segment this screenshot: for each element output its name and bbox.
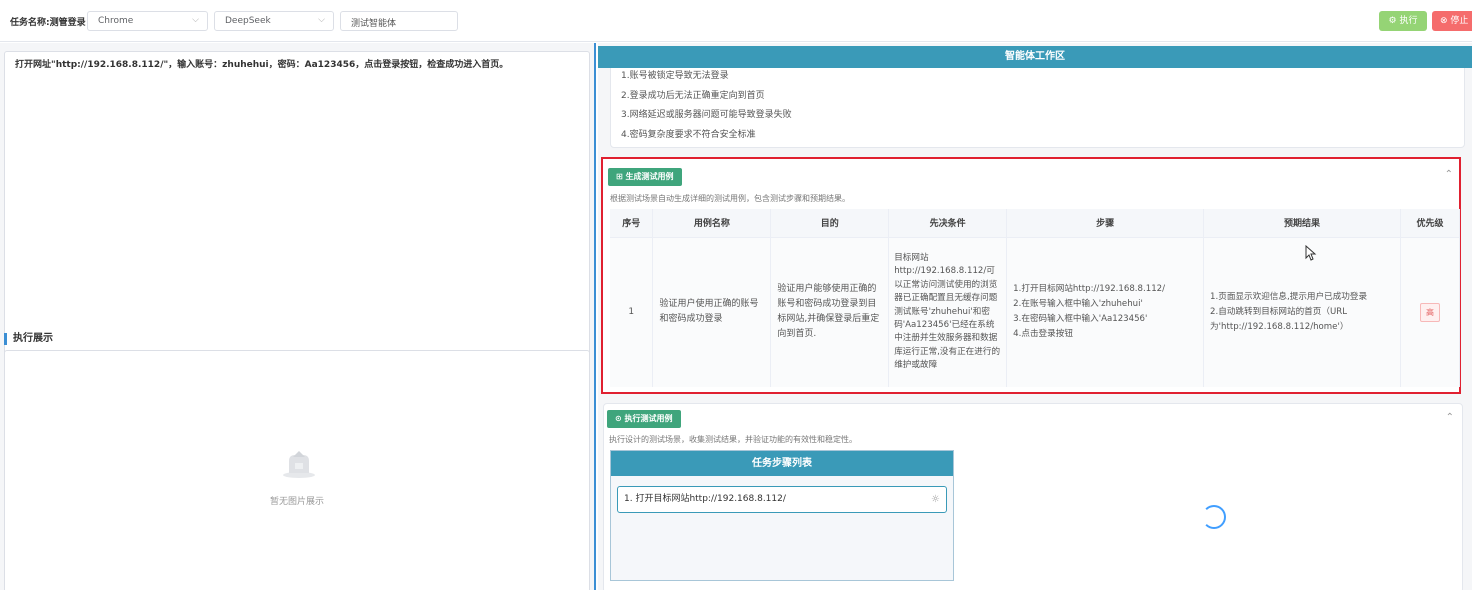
cell-precondition: 目标网站http://192.168.8.112/可以正常访问测试使用的浏览器已… bbox=[888, 236, 1008, 387]
table-header-row: 序号 用例名称 目的 先决条件 步骤 预期结果 优先级 bbox=[610, 209, 1461, 237]
step-line: 2.在账号输入框中输入'zhuhehui' bbox=[1013, 299, 1143, 310]
risk-item: 3.网络延迟或服务器问题可能导致登录失败 bbox=[621, 110, 792, 120]
collapse-caret-icon[interactable]: ⌃ bbox=[1446, 412, 1454, 423]
cell-name: 验证用户使用正确的账号和密码成功登录 bbox=[652, 236, 772, 387]
play-icon: ⊙ bbox=[615, 414, 625, 423]
risk-item: 1.账号被锁定导致无法登录 bbox=[621, 71, 729, 81]
agent-input-value: 测试智能体 bbox=[351, 19, 397, 29]
empty-image-icon bbox=[283, 451, 315, 478]
prompt-text: 打开网址"http://192.168.8.112/"，输入账号：zhuhehu… bbox=[15, 60, 509, 70]
table-row: 1 验证用户使用正确的账号和密码成功登录 验证用户能够使用正确的账号和密码成功登… bbox=[610, 236, 1461, 387]
stop-button[interactable]: ⊗ 停止 bbox=[1432, 11, 1472, 31]
chevron-down-icon: ⌵ bbox=[318, 15, 325, 25]
risk-item: 4.密码复杂度要求不符合安全标准 bbox=[621, 129, 756, 140]
execute-testcase-button[interactable]: ⊙ 执行测试用例 bbox=[607, 410, 681, 428]
task-steps-title: 任务步骤列表 bbox=[611, 451, 953, 476]
col-header: 优先级 bbox=[1400, 209, 1461, 237]
col-header: 先决条件 bbox=[888, 209, 1008, 237]
top-bar: 任务名称:测管登录 Chrome ⌵ DeepSeek ⌵ 测试智能体 ⚙ 执行… bbox=[0, 0, 1472, 42]
generate-testcase-desc: 根据测试场景自动生成详细的测试用例，包含测试步骤和预期结果。 bbox=[610, 194, 850, 203]
cell-priority: 高 bbox=[1400, 236, 1461, 387]
generate-testcase-button[interactable]: ⊞ 生成测试用例 bbox=[608, 168, 682, 186]
chevron-down-icon: ⌵ bbox=[192, 15, 199, 25]
stop-button-label: 停止 bbox=[1450, 16, 1469, 26]
expected-line: 1.页面显示欢迎信息,提示用户已成功登录 bbox=[1210, 291, 1368, 302]
task-step-label: 1. 打开目标网站http://192.168.8.112/ bbox=[624, 494, 786, 504]
col-header: 用例名称 bbox=[652, 209, 772, 237]
cell-index: 1 bbox=[610, 236, 654, 387]
priority-badge: 高 bbox=[1419, 302, 1440, 322]
spinner-icon: ☼ bbox=[931, 494, 940, 505]
workarea-title: 智能体工作区 bbox=[598, 46, 1472, 68]
cell-steps: 1.打开目标网站http://192.168.8.112/ 2.在账号输入框中输… bbox=[1006, 236, 1205, 387]
run-button[interactable]: ⚙ 执行 bbox=[1379, 11, 1427, 31]
step-line: 3.在密码输入框中输入'Aa123456' bbox=[1013, 314, 1148, 325]
task-steps-panel: 任务步骤列表 1. 打开目标网站http://192.168.8.112/ ☼ bbox=[610, 450, 954, 581]
col-header: 预期结果 bbox=[1203, 209, 1401, 237]
risk-item: 2.登录成功后无法正确重定向到首页 bbox=[621, 90, 765, 101]
task-name-label: 任务名称:测管登录 bbox=[10, 18, 86, 28]
mouse-cursor-icon bbox=[1305, 245, 1317, 261]
exec-display-title: 执行展示 bbox=[4, 333, 53, 345]
testcase-table: 序号 用例名称 目的 先决条件 步骤 预期结果 优先级 1 验证用户使用正确的账… bbox=[610, 209, 1461, 387]
execute-testcase-label: 执行测试用例 bbox=[624, 414, 673, 423]
col-header: 目的 bbox=[770, 209, 890, 237]
cell-purpose: 验证用户能够使用正确的账号和密码成功登录到目标网站,并确保登录后重定向到首页. bbox=[770, 236, 890, 387]
col-header: 步骤 bbox=[1006, 209, 1205, 237]
model-select-value: DeepSeek bbox=[225, 16, 271, 26]
execute-testcase-desc: 执行设计的测试场景，收集测试结果，并验证功能的有效性和稳定性。 bbox=[609, 435, 857, 444]
browser-select-value: Chrome bbox=[98, 16, 134, 26]
execute-testcase-card: ⊙ 执行测试用例 ⌃ 执行设计的测试场景，收集测试结果，并验证功能的有效性和稳定… bbox=[603, 403, 1463, 590]
gear-icon: ⚙ bbox=[1388, 16, 1397, 26]
prompt-textarea[interactable]: 打开网址"http://192.168.8.112/"，输入账号：zhuhehu… bbox=[4, 51, 590, 360]
exec-display-area: 暂无图片展示 bbox=[4, 350, 590, 590]
right-panel: 1.账号被锁定导致无法登录 2.登录成功后无法正确重定向到首页 3.网络延迟或服… bbox=[598, 43, 1472, 590]
generate-testcase-label: 生成测试用例 bbox=[625, 172, 674, 181]
task-step-item[interactable]: 1. 打开目标网站http://192.168.8.112/ ☼ bbox=[617, 486, 947, 513]
left-panel: 打开网址"http://192.168.8.112/"，输入账号：zhuhehu… bbox=[0, 43, 596, 590]
agent-input[interactable]: 测试智能体 bbox=[340, 11, 458, 31]
step-line: 4.点击登录按钮 bbox=[1013, 329, 1073, 340]
expected-line: 2.自动跳转到目标网站的首页（URL为'http://192.168.8.112… bbox=[1210, 306, 1349, 332]
cell-expected: 1.页面显示欢迎信息,提示用户已成功登录 2.自动跳转到目标网站的首页（URL为… bbox=[1203, 236, 1401, 387]
empty-text: 暂无图片展示 bbox=[269, 497, 324, 507]
step-line: 1.打开目标网站http://192.168.8.112/ bbox=[1013, 284, 1166, 295]
col-header: 序号 bbox=[610, 209, 654, 237]
stop-icon: ⊗ bbox=[1440, 16, 1448, 26]
risk-list: 1.账号被锁定导致无法登录 2.登录成功后无法正确重定向到首页 3.网络延迟或服… bbox=[621, 67, 792, 145]
browser-select[interactable]: Chrome ⌵ bbox=[87, 11, 208, 31]
grid-icon: ⊞ bbox=[616, 172, 626, 181]
collapse-caret-icon[interactable]: ⌃ bbox=[1445, 169, 1453, 180]
run-button-label: 执行 bbox=[1399, 16, 1418, 26]
generate-testcase-card: ⊞ 生成测试用例 ⌃ 根据测试场景自动生成详细的测试用例，包含测试步骤和预期结果… bbox=[601, 157, 1461, 394]
model-select[interactable]: DeepSeek ⌵ bbox=[214, 11, 334, 31]
loading-spinner-icon bbox=[1202, 505, 1226, 529]
